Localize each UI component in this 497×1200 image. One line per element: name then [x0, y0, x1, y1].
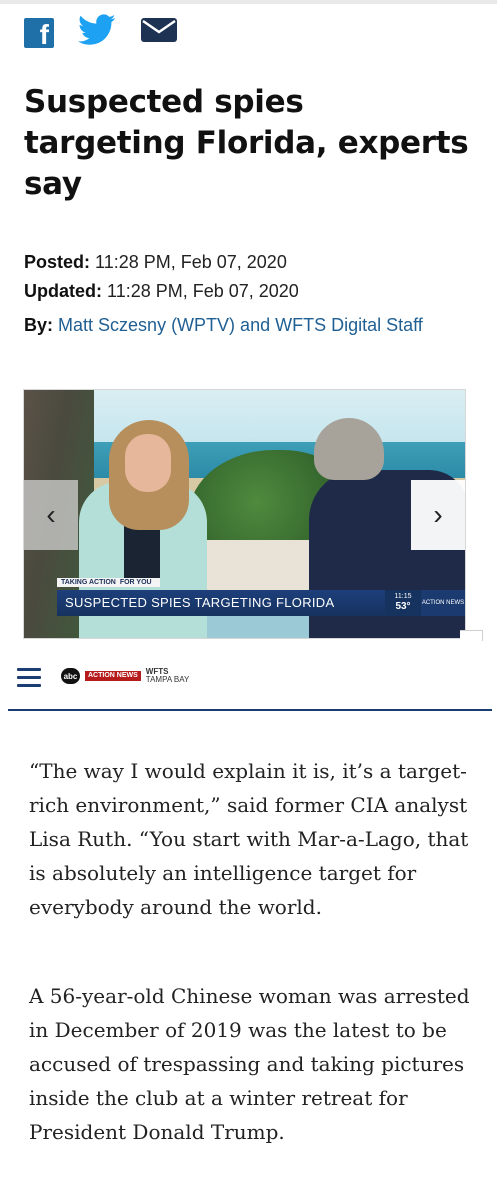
article-headline: Suspected spies targeting Florida, exper… — [24, 84, 469, 202]
video-prev-button[interactable]: ‹ — [24, 480, 78, 550]
posted-line: Posted: 11:28 PM, Feb 07, 2020 — [24, 252, 287, 273]
posted-label: Posted: — [24, 252, 91, 272]
twitter-icon[interactable] — [78, 14, 116, 51]
station-name: WFTS TAMPA BAY — [145, 667, 190, 684]
chevron-left-icon: ‹ — [46, 499, 56, 530]
top-divider — [0, 0, 497, 4]
article-paragraph-1: “The way I would explain it is, it’s a t… — [29, 759, 469, 919]
author-links[interactable]: Matt Sczesny (WPTV) and WFTS Digital Sta… — [58, 315, 423, 335]
video-reporter-face — [125, 434, 171, 492]
lower-third-caption: SUSPECTED SPIES TARGETING FLORIDA — [57, 590, 393, 616]
ad-close-corner — [460, 630, 483, 641]
video-player[interactable]: ‹ › TAKING ACTION FOR YOU SUSPECTED SPIES… — [23, 389, 466, 639]
navbar-divider — [8, 709, 492, 711]
channel-logo: ACTION NEWS — [421, 590, 465, 616]
chevron-right-icon: › — [433, 499, 443, 530]
updated-line: Updated: 11:28 PM, Feb 07, 2020 — [24, 281, 299, 302]
station-logo[interactable]: abc ACTION NEWS WFTS TAMPA BAY — [61, 668, 189, 684]
updated-value: 11:28 PM, Feb 07, 2020 — [107, 281, 299, 301]
article-paragraph-2: A 56-year-old Chinese woman was arrested… — [29, 984, 470, 1144]
abc-logo: abc — [61, 668, 80, 684]
by-label: By: — [24, 315, 54, 335]
share-bar: f — [24, 14, 178, 51]
byline: By: Matt Sczesny (WPTV) and WFTS Digital… — [24, 314, 444, 337]
lower-third-clock: 11:15 53° — [385, 590, 421, 616]
facebook-icon[interactable]: f — [24, 17, 54, 49]
video-interviewer-hair — [314, 418, 384, 480]
video-next-button[interactable]: › — [411, 480, 465, 550]
email-icon[interactable] — [140, 16, 178, 49]
action-news-logo: ACTION NEWS — [85, 671, 141, 681]
posted-value: 11:28 PM, Feb 07, 2020 — [95, 252, 287, 272]
lower-third-tag: TAKING ACTION FOR YOU — [57, 578, 160, 587]
hamburger-menu-icon[interactable] — [17, 668, 41, 688]
updated-label: Updated: — [24, 281, 102, 301]
